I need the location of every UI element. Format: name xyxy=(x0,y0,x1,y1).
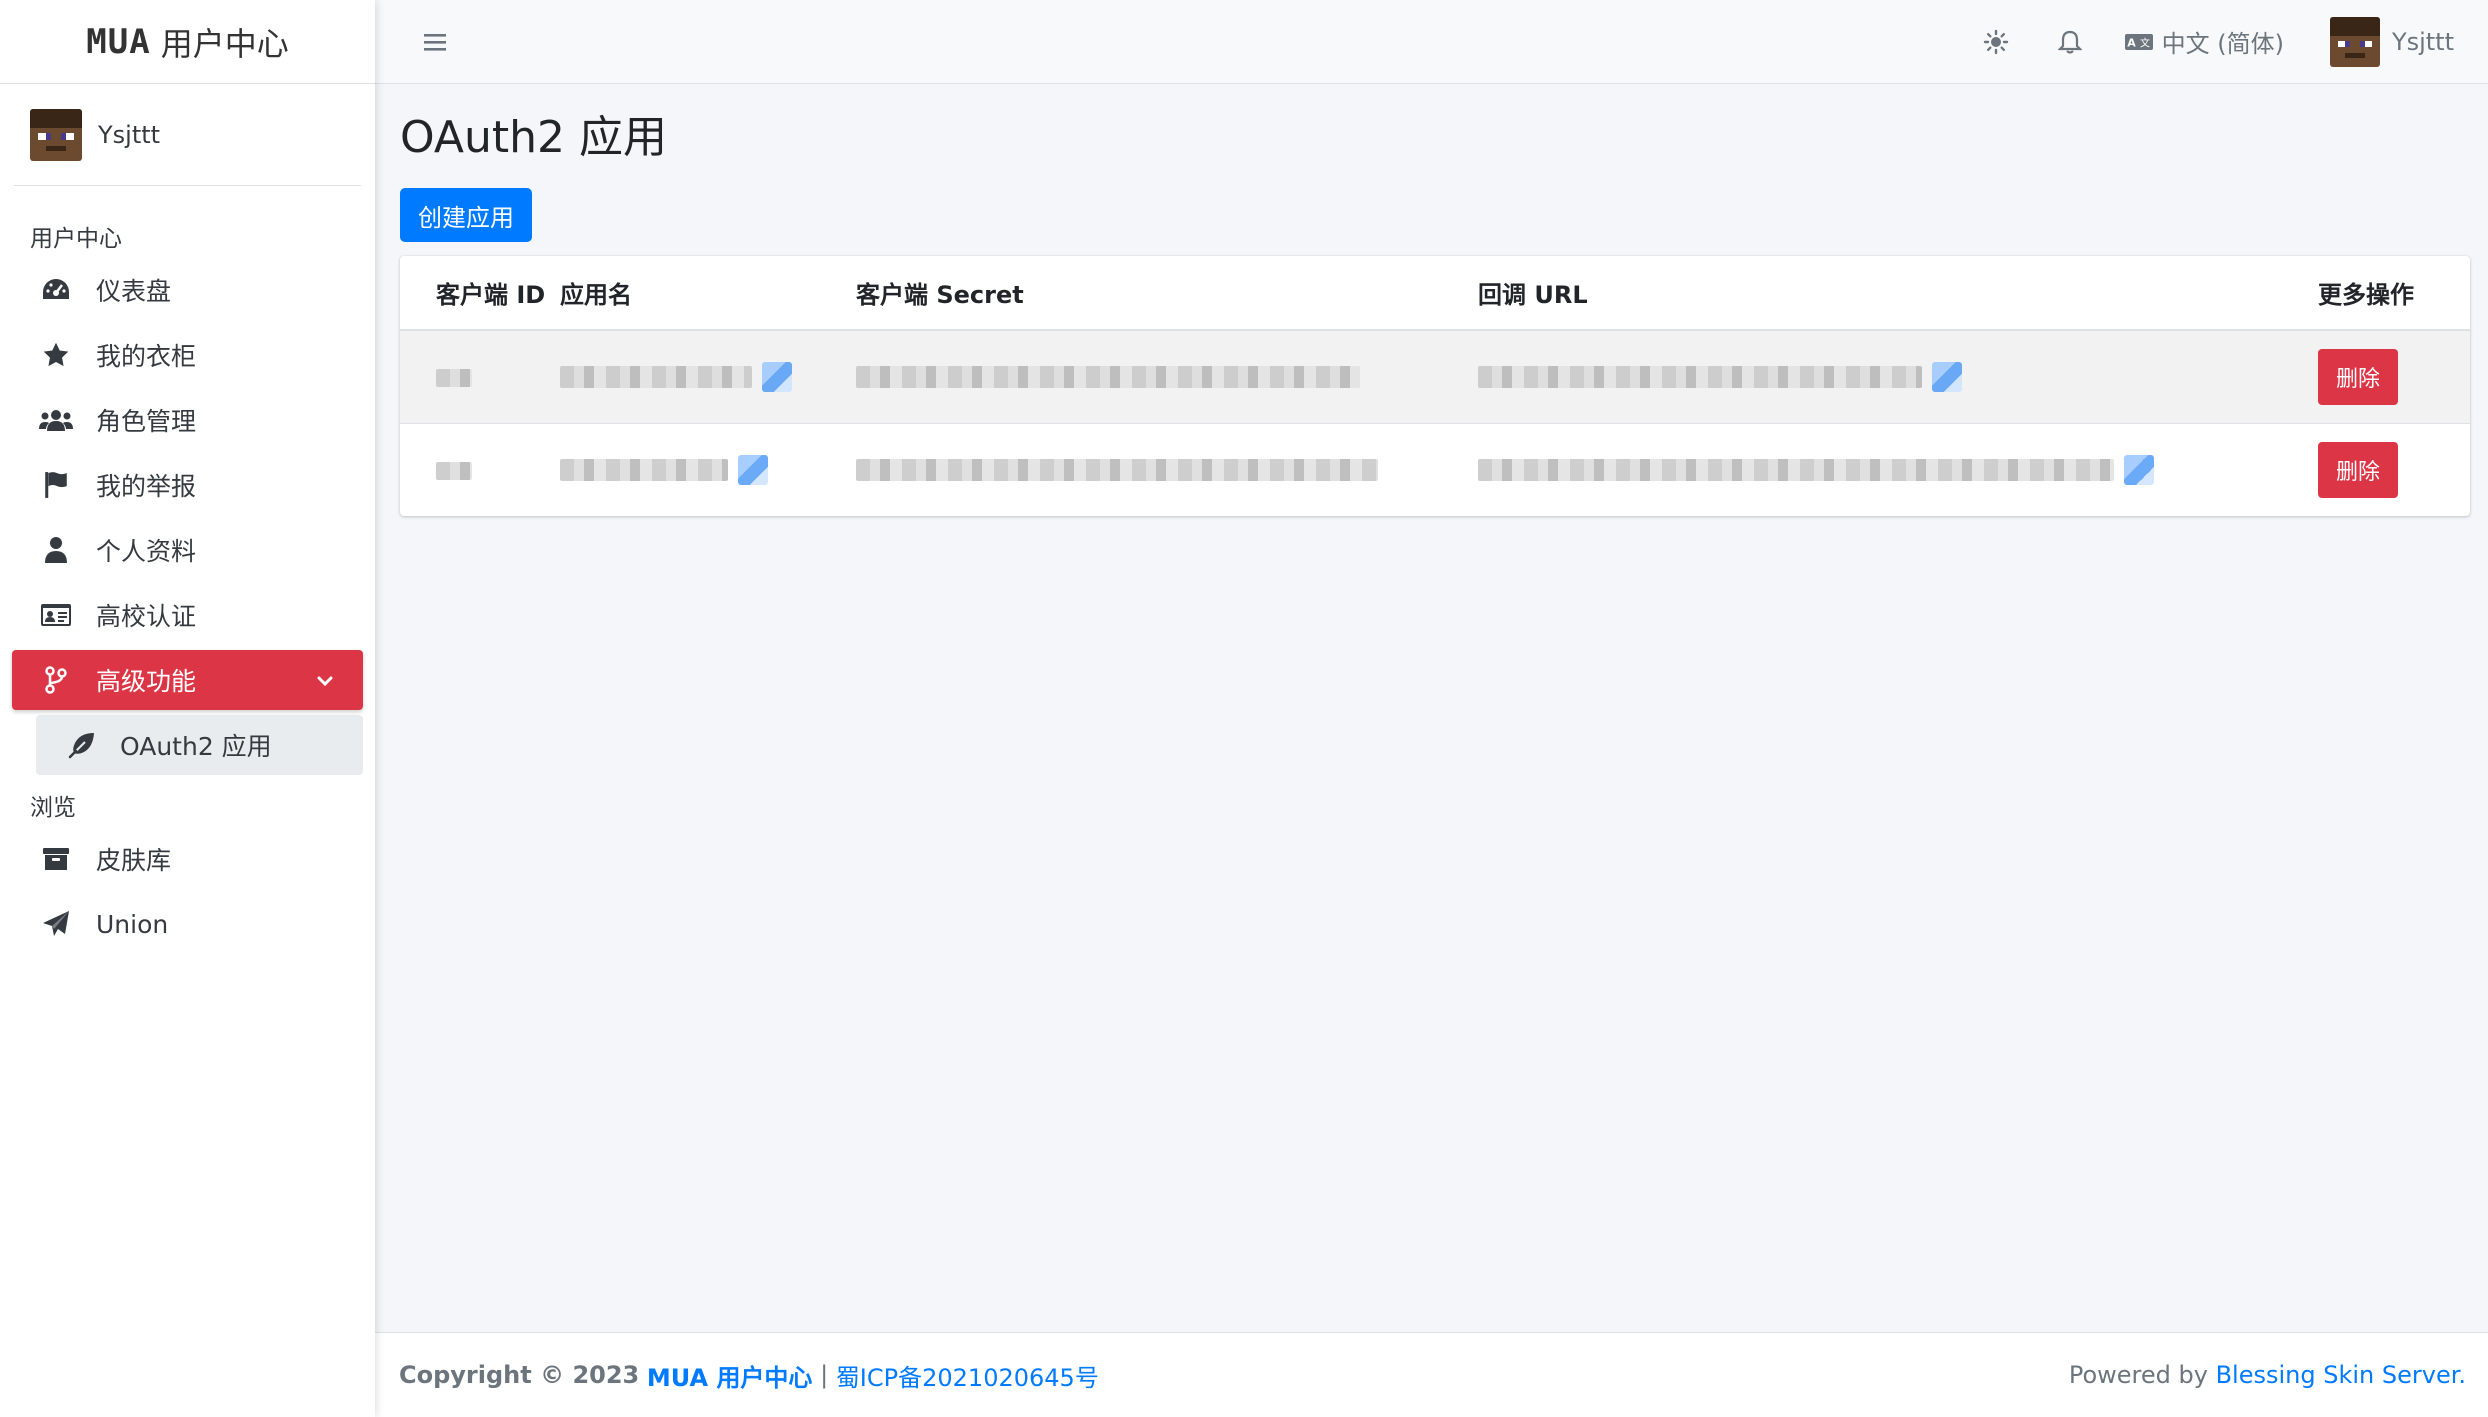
table-header-row: 客户端 ID 应用名 客户端 Secret 回调 URL 更多操作 xyxy=(400,256,2470,331)
edit-name-icon[interactable] xyxy=(738,454,768,485)
nav-header-browse: 浏览 xyxy=(30,795,76,821)
redacted-client-secret xyxy=(856,458,1378,481)
callback-url-cell xyxy=(1478,329,2282,423)
footer-powered-by: Powered by Blessing Skin Server. xyxy=(2069,1361,2466,1389)
client-id-cell xyxy=(400,422,560,516)
blessing-skin-link[interactable]: Blessing Skin Server. xyxy=(2216,1361,2466,1389)
redacted-client-secret xyxy=(856,365,1360,388)
column-header-actions: 更多操作 xyxy=(2282,256,2470,331)
sidebar-item-label: 高校认证 xyxy=(96,602,197,631)
redacted-client-id xyxy=(436,461,472,480)
app-name-cell xyxy=(560,329,856,423)
redacted-app-name xyxy=(560,458,728,481)
code-branch-icon xyxy=(38,665,74,695)
sidebar-item-union[interactable]: Union xyxy=(12,894,363,954)
star-icon xyxy=(38,340,74,370)
theme-toggle-icon[interactable] xyxy=(1976,22,2016,62)
sidebar-item-label: 仪表盘 xyxy=(96,277,172,306)
footer-site-link[interactable]: MUA 用户中心 xyxy=(647,1358,813,1393)
menu-toggle-icon[interactable] xyxy=(415,22,455,62)
user-menu[interactable]: Ysjttt xyxy=(2329,16,2454,67)
footer-icp-link[interactable]: 蜀ICP备2021020645号 xyxy=(836,1358,1099,1393)
app-name-cell xyxy=(560,422,856,516)
sidebar-item-profile[interactable]: 个人资料 xyxy=(12,520,363,580)
users-icon xyxy=(38,405,74,435)
sidebar-item-label: 高级功能 xyxy=(96,667,197,696)
edit-name-icon[interactable] xyxy=(762,361,792,392)
sidebar-item-closet[interactable]: 我的衣柜 xyxy=(12,325,363,385)
client-id-cell xyxy=(400,329,560,423)
topbar-user-name: Ysjttt xyxy=(2391,27,2454,56)
sidebar-item-label: Union xyxy=(96,909,169,939)
sidebar-item-label: 我的衣柜 xyxy=(96,342,197,371)
redacted-callback-url xyxy=(1478,365,1922,388)
svg-text:文: 文 xyxy=(2140,36,2150,49)
brand-logo: MUA xyxy=(86,21,151,62)
sidebar: MUA 用户中心 Ysjttt 用户中心 仪表盘 我的衣柜 角色管理 我的举报 xyxy=(0,0,375,1417)
main-content: OAuth2 应用 创建应用 客户端 ID 应用名 客户端 Secret 回调 … xyxy=(375,84,2488,1332)
sidebar-item-label: 个人资料 xyxy=(96,537,197,566)
sidebar-item-oauth2[interactable]: OAuth2 应用 xyxy=(36,715,363,775)
actions-cell: 删除 xyxy=(2282,422,2470,516)
footer: Copyright © 2023 MUA 用户中心 | 蜀ICP备2021020… xyxy=(375,1332,2488,1417)
column-header-client-id: 客户端 ID xyxy=(400,256,560,331)
oauth-apps-table: 客户端 ID 应用名 客户端 Secret 回调 URL 更多操作 删除 删除 xyxy=(400,256,2470,516)
client-secret-cell xyxy=(856,329,1478,423)
archive-icon xyxy=(38,844,74,874)
id-card-icon xyxy=(38,600,74,630)
top-navbar: A文 中文 (简体) Ysjttt xyxy=(375,0,2488,84)
language-label: 中文 (简体) xyxy=(2161,30,2284,58)
oauth-apps-card: 客户端 ID 应用名 客户端 Secret 回调 URL 更多操作 删除 删除 xyxy=(400,256,2470,516)
brand-name: 用户中心 xyxy=(160,24,289,63)
footer-separator: | xyxy=(820,1361,829,1389)
svg-text:A: A xyxy=(2127,36,2136,49)
sidebar-item-reports[interactable]: 我的举报 xyxy=(12,455,363,515)
sidebar-item-advanced[interactable]: 高级功能 xyxy=(12,650,363,710)
page-title: OAuth2 应用 xyxy=(400,112,667,163)
sidebar-item-university-auth[interactable]: 高校认证 xyxy=(12,585,363,645)
avatar xyxy=(30,108,82,161)
sidebar-item-dashboard[interactable]: 仪表盘 xyxy=(12,260,363,320)
callback-url-cell xyxy=(1478,422,2282,516)
delete-button[interactable]: 删除 xyxy=(2318,348,2399,405)
sidebar-item-label: 我的举报 xyxy=(96,472,197,501)
table-row: 删除 xyxy=(400,329,2470,423)
brand-link[interactable]: MUA 用户中心 xyxy=(0,0,375,84)
delete-button[interactable]: 删除 xyxy=(2318,441,2399,498)
actions-cell: 删除 xyxy=(2282,329,2470,423)
flag-icon xyxy=(38,470,74,500)
client-secret-cell xyxy=(856,422,1478,516)
redacted-app-name xyxy=(560,365,752,388)
powered-by-text: Powered by xyxy=(2068,1361,2208,1389)
sidebar-item-label: OAuth2 应用 xyxy=(120,732,272,761)
edit-url-icon[interactable] xyxy=(1932,361,1962,392)
avatar xyxy=(2329,16,2380,67)
sidebar-item-skinlib[interactable]: 皮肤库 xyxy=(12,829,363,889)
user-icon xyxy=(38,535,74,565)
column-header-callback-url: 回调 URL xyxy=(1478,256,2282,331)
language-switcher[interactable]: A文 中文 (简体) xyxy=(2124,24,2284,59)
bell-icon[interactable] xyxy=(2050,22,2090,62)
sidebar-user-name[interactable]: Ysjttt xyxy=(98,121,160,149)
create-app-button[interactable]: 创建应用 xyxy=(400,188,532,242)
paper-plane-icon xyxy=(38,909,74,939)
edit-url-icon[interactable] xyxy=(2124,454,2154,485)
redacted-callback-url xyxy=(1478,458,2114,481)
redacted-client-id xyxy=(436,368,472,387)
feather-icon xyxy=(64,730,100,760)
nav-header-user-center: 用户中心 xyxy=(30,226,122,252)
language-icon: A文 xyxy=(2124,32,2154,52)
chevron-down-icon xyxy=(315,668,335,697)
table-row: 删除 xyxy=(400,422,2470,516)
footer-copyright: Copyright © 2023 xyxy=(399,1361,640,1389)
user-panel[interactable]: Ysjttt xyxy=(14,84,361,186)
column-header-client-secret: 客户端 Secret xyxy=(856,256,1478,331)
sidebar-item-label: 皮肤库 xyxy=(96,846,172,875)
sidebar-item-label: 角色管理 xyxy=(96,407,197,436)
column-header-app-name: 应用名 xyxy=(560,256,856,331)
sidebar-item-players[interactable]: 角色管理 xyxy=(12,390,363,450)
dashboard-icon xyxy=(38,275,74,305)
